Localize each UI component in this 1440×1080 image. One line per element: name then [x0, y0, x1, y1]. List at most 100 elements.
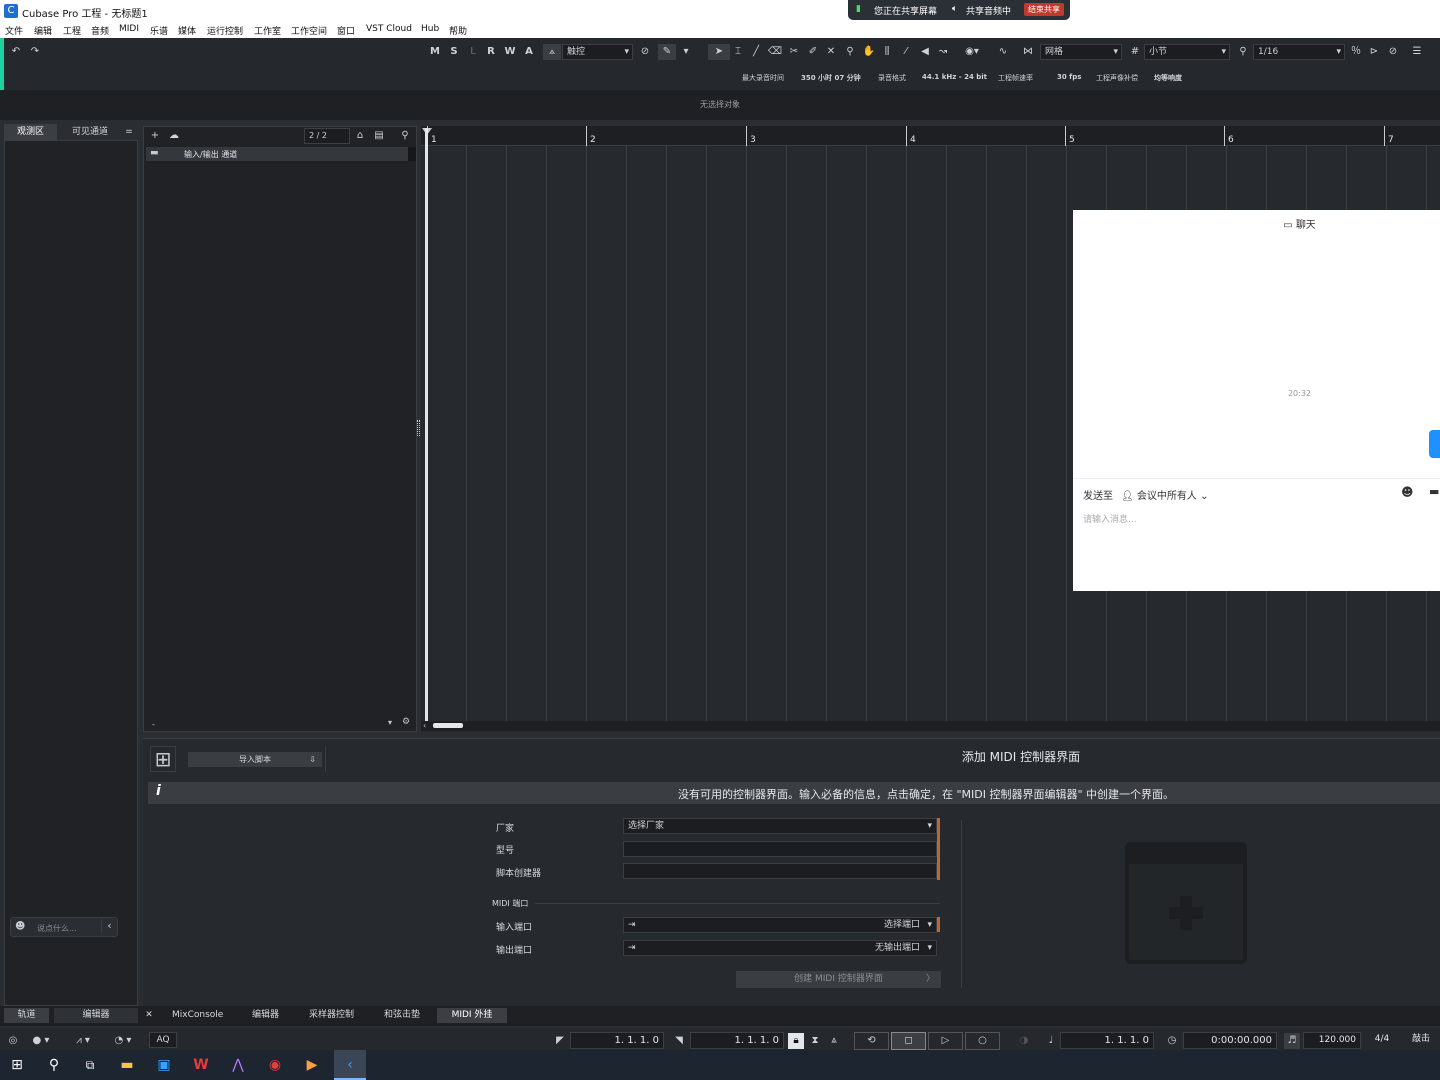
- tab-editor-left[interactable]: 编辑器: [54, 1008, 138, 1023]
- iq-icon[interactable]: ％: [1348, 44, 1364, 60]
- record-format-value[interactable]: 44.1 kHz - 24 bit: [922, 73, 987, 81]
- input-port-select[interactable]: ⇥ 选择端口 ▾: [623, 917, 937, 933]
- menu-project[interactable]: 工程: [63, 24, 81, 37]
- photos-icon[interactable]: ▣: [153, 1055, 175, 1075]
- cubase-taskbar-icon[interactable]: ‹: [334, 1050, 366, 1080]
- emoji-icon[interactable]: ☻: [1401, 485, 1414, 499]
- tab-sampler-control[interactable]: 采样器控制: [309, 1008, 354, 1023]
- track-row[interactable]: ▬ 输入/输出 通道: [146, 147, 408, 161]
- left-locator-display[interactable]: 1. 1. 1. 0: [570, 1032, 664, 1049]
- track-list-scroll-icon[interactable]: ▾: [388, 718, 392, 727]
- scroll-left-icon[interactable]: ‹: [423, 721, 426, 730]
- auto-quantize-button[interactable]: AQ: [149, 1032, 177, 1048]
- write-button[interactable]: W: [502, 44, 518, 60]
- windows-start-icon[interactable]: ⊞: [6, 1055, 28, 1075]
- q-reset-icon[interactable]: ⊘: [1385, 44, 1401, 60]
- horizontal-scrollbar[interactable]: ‹: [421, 721, 1440, 731]
- play-icon[interactable]: ▷: [928, 1032, 963, 1050]
- emoji-icon[interactable]: ☻: [15, 921, 25, 932]
- max-record-value[interactable]: 350 小时 07 分钟: [801, 73, 861, 83]
- import-script-button[interactable]: 导入脚本 ⇩: [188, 752, 322, 767]
- record-mode-icon[interactable]: ● ▾: [26, 1033, 56, 1049]
- sharing-audio-status[interactable]: 共享音频中: [966, 4, 1011, 17]
- file-explorer-icon[interactable]: ▬: [116, 1055, 138, 1075]
- speaker-icon[interactable]: 🔈︎: [952, 4, 957, 14]
- track-name[interactable]: 输入/输出 通道: [184, 149, 237, 160]
- menu-transport[interactable]: 运行控制: [207, 24, 243, 37]
- automation-icon[interactable]: ⟑: [543, 44, 561, 60]
- marker-icon[interactable]: ◑: [1016, 1033, 1032, 1049]
- scroll-thumb[interactable]: [433, 723, 463, 728]
- punch-out-icon[interactable]: ⩓: [827, 1033, 841, 1049]
- search-icon[interactable]: ⚲: [397, 128, 413, 144]
- grid-icon[interactable]: #: [1128, 44, 1142, 60]
- snap-icon[interactable]: ⋈: [1020, 44, 1036, 60]
- tab-visibility[interactable]: 可见通道: [60, 124, 120, 141]
- file-icon[interactable]: ▬: [1429, 485, 1439, 498]
- task-view-icon[interactable]: ⧉: [79, 1055, 101, 1075]
- suspend-icon[interactable]: ⊘: [637, 44, 653, 60]
- audio-mode-icon[interactable]: ⩘ ▾: [66, 1033, 100, 1049]
- cloud-icon[interactable]: ☁: [166, 128, 182, 144]
- tab-editor[interactable]: 编辑器: [252, 1008, 279, 1023]
- media-player-icon[interactable]: ▶: [301, 1055, 323, 1075]
- mute-tool-icon[interactable]: ✕: [823, 44, 839, 60]
- tab-inspector[interactable]: 观测区: [4, 124, 57, 141]
- collapse-icon[interactable]: ‹: [101, 919, 117, 932]
- cycle-icon[interactable]: ⟲: [854, 1032, 889, 1050]
- tab-tracks[interactable]: 轨道: [4, 1008, 49, 1023]
- glue-icon[interactable]: ⌫: [767, 44, 783, 60]
- settings-gear-icon[interactable]: ⚙: [402, 717, 410, 727]
- automation-panel-icon[interactable]: ✎: [658, 44, 676, 60]
- automation-mode-select[interactable]: 触控 ▾: [562, 44, 633, 60]
- stop-icon[interactable]: ◻: [891, 1032, 926, 1050]
- listen-button[interactable]: L: [465, 44, 481, 60]
- menu-studio[interactable]: 工作室: [254, 24, 281, 37]
- record-icon[interactable]: ○: [965, 1032, 1000, 1050]
- home-icon[interactable]: ⌂: [353, 128, 367, 144]
- tempo-track-icon[interactable]: ♬: [1284, 1033, 1300, 1049]
- left-zone-menu-icon[interactable]: =: [122, 124, 136, 141]
- add-track-icon[interactable]: +: [148, 128, 162, 144]
- secondary-time-display[interactable]: 0:00:00.000: [1183, 1032, 1277, 1049]
- end-share-button[interactable]: 结束共享: [1024, 3, 1064, 16]
- hand-icon[interactable]: ✋: [861, 44, 877, 60]
- tempo-display[interactable]: 120.000: [1303, 1032, 1361, 1049]
- object-select-icon[interactable]: ➤: [708, 44, 730, 60]
- redo-icon[interactable]: ↷: [27, 44, 43, 60]
- splitter-handle[interactable]: [417, 420, 420, 436]
- menu-file[interactable]: 文件: [5, 24, 23, 37]
- recipient-select[interactable]: 👤︎ 会议中所有人 ⌄: [1121, 487, 1208, 502]
- tab-chord-pads[interactable]: 和弦击垫: [384, 1008, 420, 1023]
- menu-hub[interactable]: Hub: [421, 24, 439, 34]
- model-field[interactable]: [623, 841, 937, 857]
- menu-workspaces[interactable]: 工作空间: [291, 24, 327, 37]
- chat-message-input[interactable]: 请输入消息...: [1083, 512, 1423, 582]
- warp-icon[interactable]: ↝: [935, 44, 951, 60]
- read-button[interactable]: R: [483, 44, 499, 60]
- wps-icon[interactable]: W: [190, 1055, 212, 1075]
- clock-icon[interactable]: ◷: [1165, 1033, 1179, 1049]
- line-icon[interactable]: ⁄: [898, 44, 914, 60]
- menu-help[interactable]: 帮助: [449, 24, 467, 37]
- chat-message-bubble[interactable]: [1429, 430, 1440, 458]
- mute-button[interactable]: M: [427, 44, 443, 60]
- menu-window[interactable]: 窗口: [337, 24, 355, 37]
- close-icon[interactable]: ✕: [143, 1008, 155, 1023]
- output-port-select[interactable]: ⇥ 无输出端口 ▾: [623, 940, 937, 956]
- solo-button[interactable]: S: [446, 44, 462, 60]
- vendor-select[interactable]: 选择厂家 ▾: [623, 818, 937, 834]
- comp-icon[interactable]: ⫼: [879, 44, 895, 60]
- pan-law-value[interactable]: 均等响度: [1154, 73, 1182, 83]
- metronome-mode-icon[interactable]: ◔ ▾: [108, 1033, 138, 1049]
- menu-audio[interactable]: 音频: [91, 24, 109, 37]
- recorder-icon[interactable]: ◉: [264, 1055, 286, 1075]
- ruler[interactable]: 1 2 3 4 5 6 7: [421, 126, 1440, 146]
- tap-tempo-button[interactable]: 敲击: [1402, 1032, 1440, 1049]
- color-icon[interactable]: ◉▾: [958, 44, 986, 60]
- menu-edit[interactable]: 编辑: [34, 24, 52, 37]
- list-icon[interactable]: ▤: [372, 128, 386, 144]
- right-locator-display[interactable]: 1. 1. 1. 0: [690, 1032, 784, 1049]
- menu-midi[interactable]: MIDI: [119, 24, 139, 34]
- frame-rate-value[interactable]: 30 fps: [1057, 73, 1081, 81]
